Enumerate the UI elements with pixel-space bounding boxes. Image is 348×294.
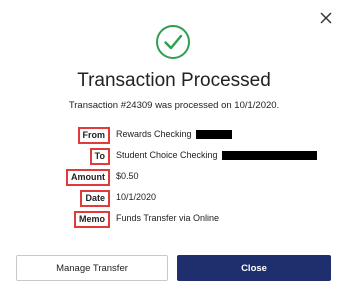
- detail-row-amount: Amount $0.50: [0, 169, 348, 186]
- dialog-subtitle: Transaction #24309 was processed on 10/1…: [68, 100, 280, 111]
- detail-value: Funds Transfer via Online: [116, 213, 220, 223]
- redacted-block: [195, 129, 232, 139]
- checkmark-circle-icon: [155, 24, 191, 60]
- detail-value: $0.50: [116, 171, 139, 181]
- detail-value: Student Choice Checking: [116, 150, 317, 160]
- detail-label: Amount: [66, 169, 110, 186]
- detail-row-date: Date 10/1/2020: [0, 190, 348, 207]
- detail-label: Date: [80, 190, 110, 207]
- close-button[interactable]: Close: [177, 255, 331, 281]
- detail-value: Rewards Checking: [116, 129, 232, 139]
- detail-row-to: To Student Choice Checking: [0, 148, 348, 165]
- detail-label: Memo: [73, 211, 110, 228]
- detail-label: From: [77, 127, 110, 144]
- detail-label: To: [89, 148, 110, 165]
- close-icon[interactable]: [318, 10, 334, 26]
- detail-value: 10/1/2020: [116, 192, 157, 202]
- redacted-block: [221, 150, 317, 160]
- transaction-dialog: Transaction Processed Transaction #24309…: [0, 0, 348, 294]
- manage-transfer-button[interactable]: Manage Transfer: [16, 255, 168, 281]
- dialog-title: Transaction Processed: [77, 70, 271, 91]
- detail-row-from: From Rewards Checking: [0, 127, 348, 144]
- detail-row-memo: Memo Funds Transfer via Online: [0, 211, 348, 228]
